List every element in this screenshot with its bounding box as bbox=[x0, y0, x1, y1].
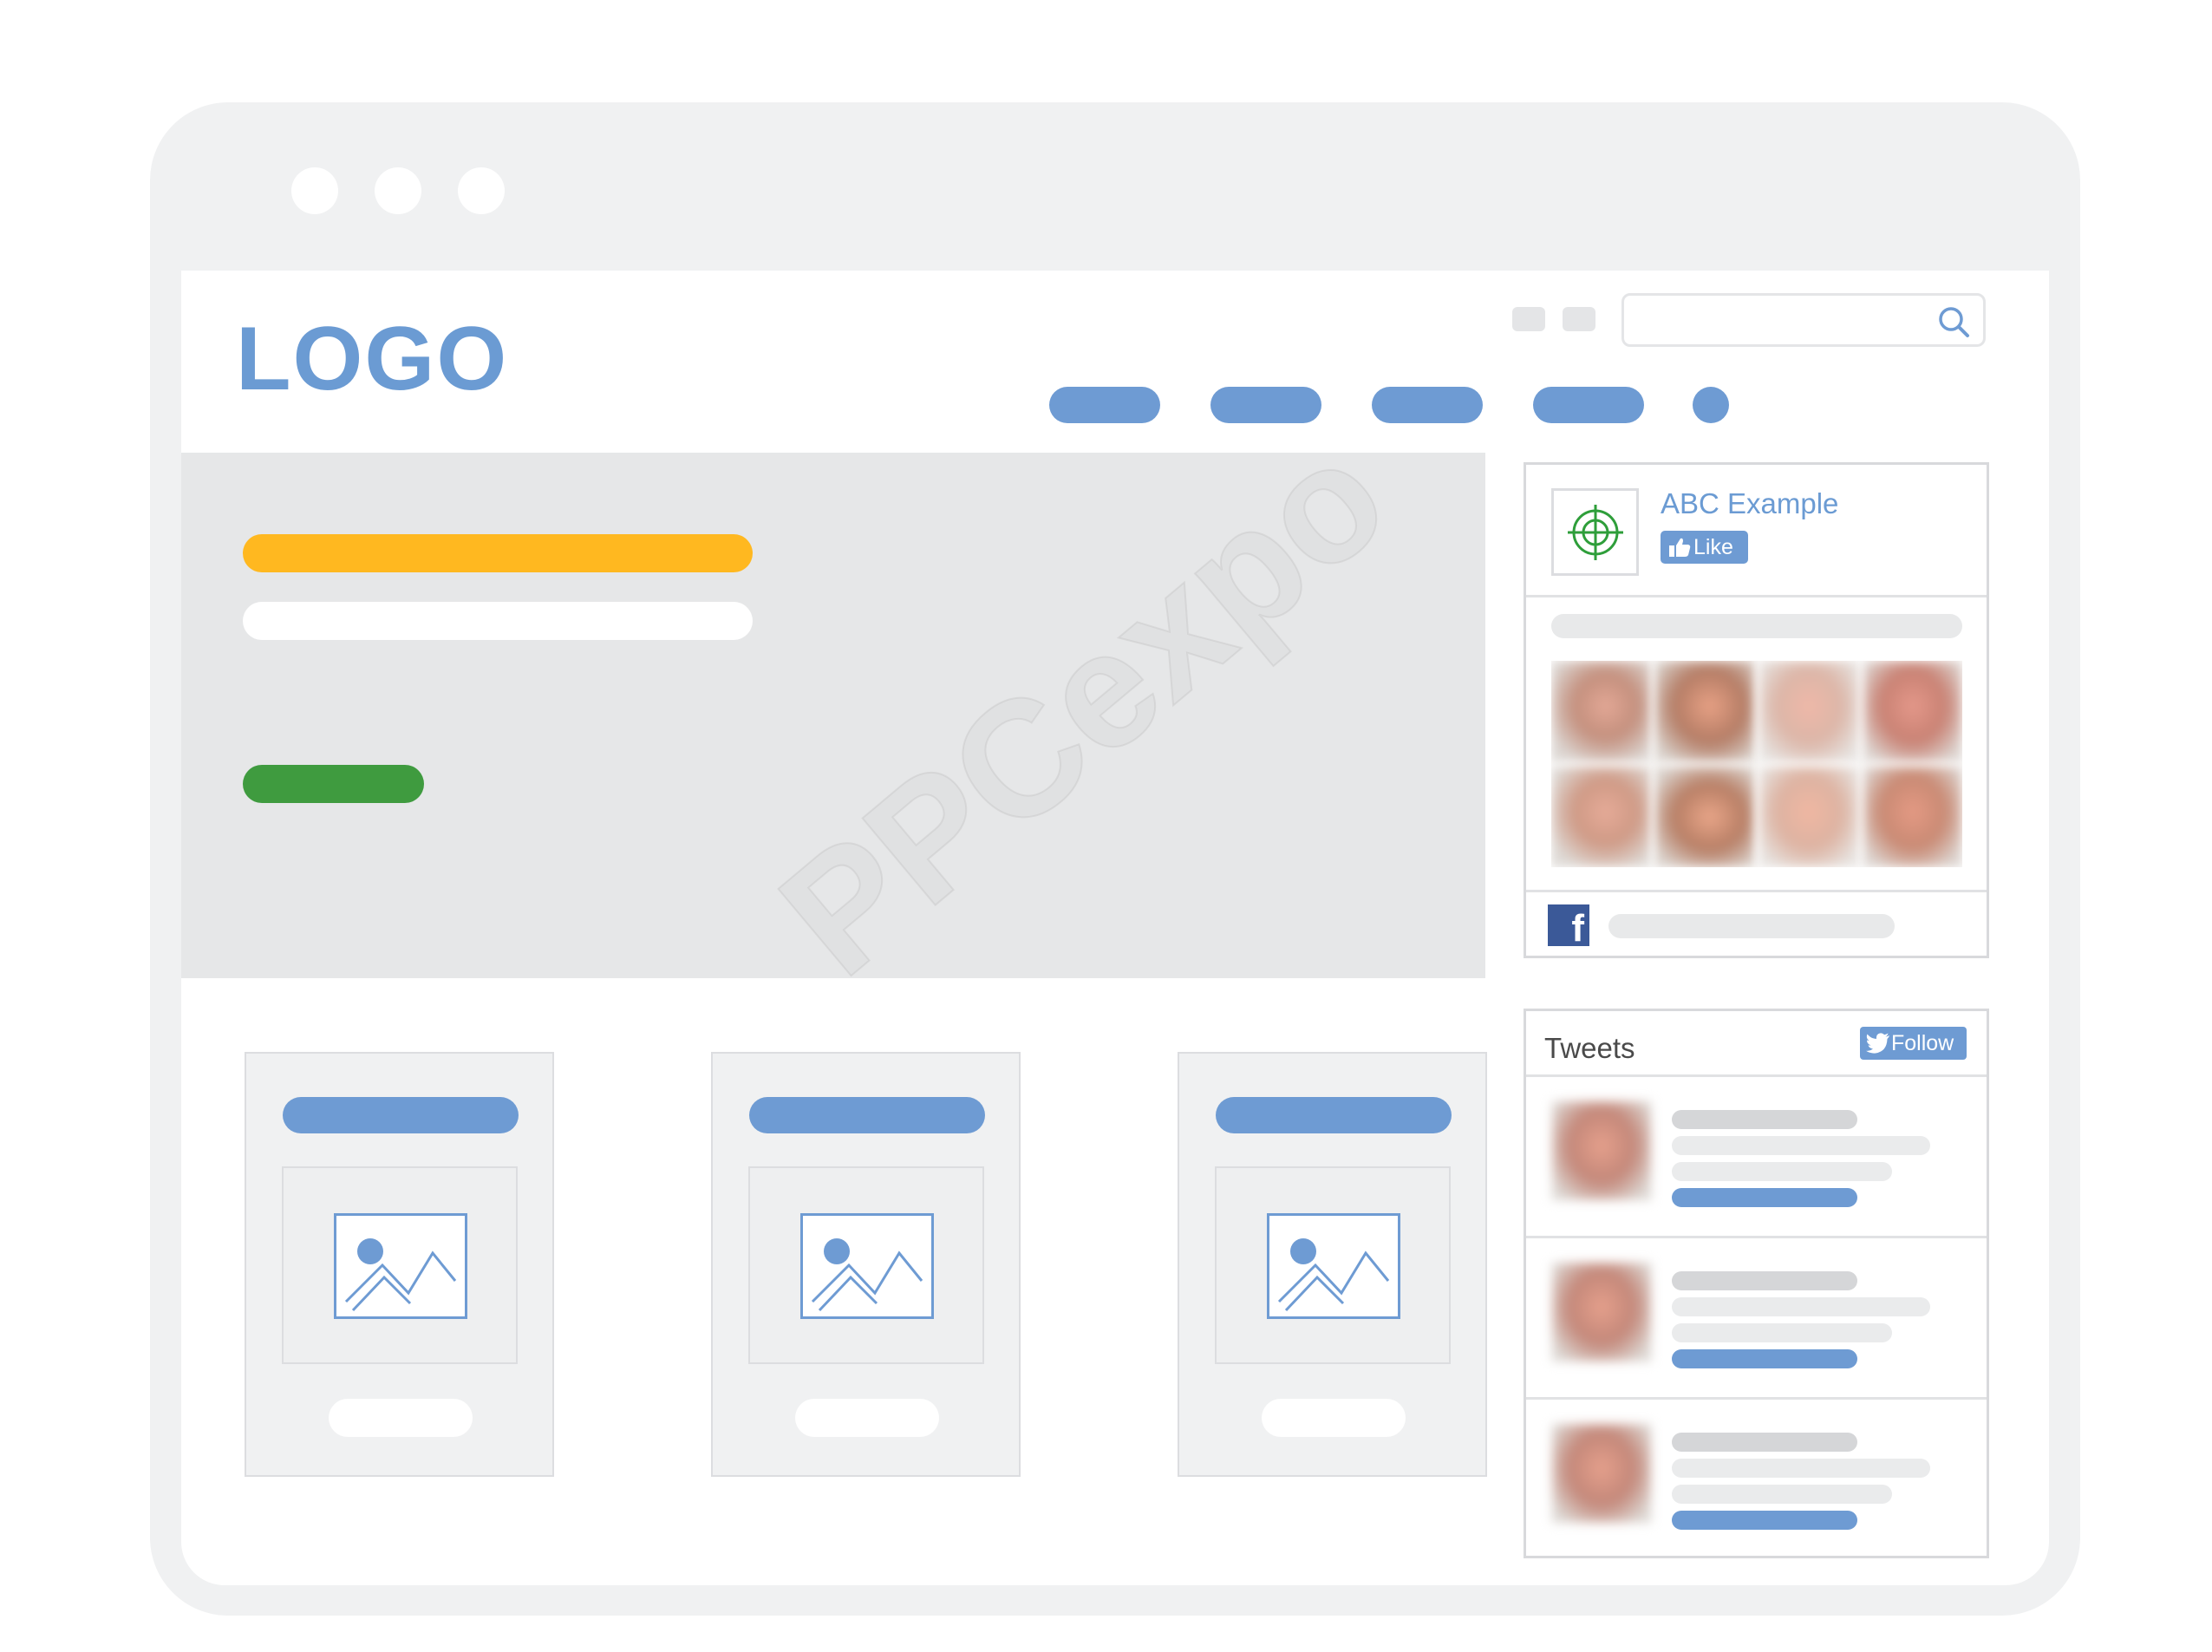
tweet-text-placeholder bbox=[1672, 1323, 1892, 1342]
tweet-text-placeholder bbox=[1672, 1136, 1930, 1155]
window-control-dot[interactable] bbox=[375, 167, 421, 214]
fan-avatar[interactable] bbox=[1863, 661, 1962, 761]
fan-avatar[interactable] bbox=[1863, 767, 1962, 867]
tweet-author-placeholder bbox=[1672, 1110, 1857, 1129]
card-title-placeholder bbox=[283, 1097, 519, 1133]
nav-item[interactable] bbox=[1049, 387, 1160, 423]
tweet-text-placeholder bbox=[1672, 1485, 1892, 1504]
fan-avatar[interactable] bbox=[1655, 661, 1754, 761]
header-utility-button[interactable] bbox=[1512, 307, 1545, 331]
site-logo[interactable]: LOGO bbox=[236, 308, 508, 411]
hero-subheadline-placeholder bbox=[243, 602, 753, 640]
facebook-widget: ABC Example Like f bbox=[1524, 462, 1989, 958]
card-image bbox=[1215, 1166, 1451, 1364]
text-placeholder bbox=[1608, 914, 1895, 938]
target-icon bbox=[1568, 505, 1623, 560]
tweet-item[interactable] bbox=[1526, 1397, 1987, 1558]
nav-item[interactable] bbox=[1372, 387, 1483, 423]
search-input[interactable] bbox=[1621, 293, 1986, 347]
card-title-placeholder bbox=[749, 1097, 985, 1133]
card-button[interactable] bbox=[329, 1399, 473, 1437]
thumbs-up-icon bbox=[1669, 538, 1691, 557]
content-card bbox=[711, 1052, 1021, 1477]
card-image bbox=[748, 1166, 984, 1364]
nav-more-button[interactable] bbox=[1693, 387, 1729, 423]
image-placeholder-icon bbox=[800, 1213, 934, 1319]
tweet-text-placeholder bbox=[1672, 1297, 1930, 1316]
facebook-icon[interactable]: f bbox=[1548, 904, 1589, 946]
like-button[interactable]: Like bbox=[1661, 531, 1748, 564]
fan-faces-grid bbox=[1551, 661, 1962, 867]
window-control-dot[interactable] bbox=[291, 167, 338, 214]
search-icon[interactable] bbox=[1936, 304, 1971, 339]
tweet-link-placeholder[interactable] bbox=[1672, 1188, 1857, 1207]
header-utility-button[interactable] bbox=[1563, 307, 1595, 331]
tweet-link-placeholder[interactable] bbox=[1672, 1349, 1857, 1368]
nav-item[interactable] bbox=[1533, 387, 1644, 423]
fan-avatar[interactable] bbox=[1759, 767, 1858, 867]
tweet-avatar[interactable] bbox=[1552, 1263, 1651, 1361]
like-label: Like bbox=[1693, 535, 1733, 559]
divider bbox=[1526, 890, 1987, 892]
tweet-author-placeholder bbox=[1672, 1271, 1857, 1290]
image-placeholder-icon bbox=[1267, 1213, 1400, 1319]
fan-avatar[interactable] bbox=[1759, 661, 1858, 761]
card-title-placeholder bbox=[1216, 1097, 1452, 1133]
tweet-author-placeholder bbox=[1672, 1433, 1857, 1452]
tweet-avatar[interactable] bbox=[1552, 1424, 1651, 1523]
tweet-avatar[interactable] bbox=[1552, 1101, 1651, 1200]
follow-label: Follow bbox=[1891, 1031, 1954, 1055]
text-placeholder bbox=[1551, 614, 1962, 638]
window-control-dot[interactable] bbox=[458, 167, 505, 214]
card-button[interactable] bbox=[1262, 1399, 1406, 1437]
follow-button[interactable]: Follow bbox=[1860, 1027, 1967, 1060]
fan-avatar[interactable] bbox=[1655, 767, 1754, 867]
hero-cta-button[interactable] bbox=[243, 765, 424, 803]
twitter-bird-icon bbox=[1866, 1033, 1889, 1054]
tweet-item[interactable] bbox=[1526, 1074, 1987, 1236]
content-card bbox=[1178, 1052, 1487, 1477]
image-placeholder-icon bbox=[334, 1213, 467, 1319]
fan-avatar[interactable] bbox=[1551, 661, 1650, 761]
fan-avatar[interactable] bbox=[1551, 767, 1650, 867]
tweet-item[interactable] bbox=[1526, 1236, 1987, 1397]
tweets-title: Tweets bbox=[1544, 1032, 1635, 1064]
card-image bbox=[282, 1166, 518, 1364]
facebook-page-name[interactable]: ABC Example bbox=[1661, 487, 1838, 520]
page-avatar[interactable] bbox=[1551, 488, 1639, 576]
card-button[interactable] bbox=[795, 1399, 939, 1437]
tweet-text-placeholder bbox=[1672, 1162, 1892, 1181]
twitter-widget: Tweets Follow bbox=[1524, 1009, 1989, 1558]
tweet-link-placeholder[interactable] bbox=[1672, 1511, 1857, 1530]
content-card bbox=[245, 1052, 554, 1477]
hero-headline-placeholder bbox=[243, 534, 753, 572]
divider bbox=[1526, 595, 1987, 597]
tweet-text-placeholder bbox=[1672, 1459, 1930, 1478]
